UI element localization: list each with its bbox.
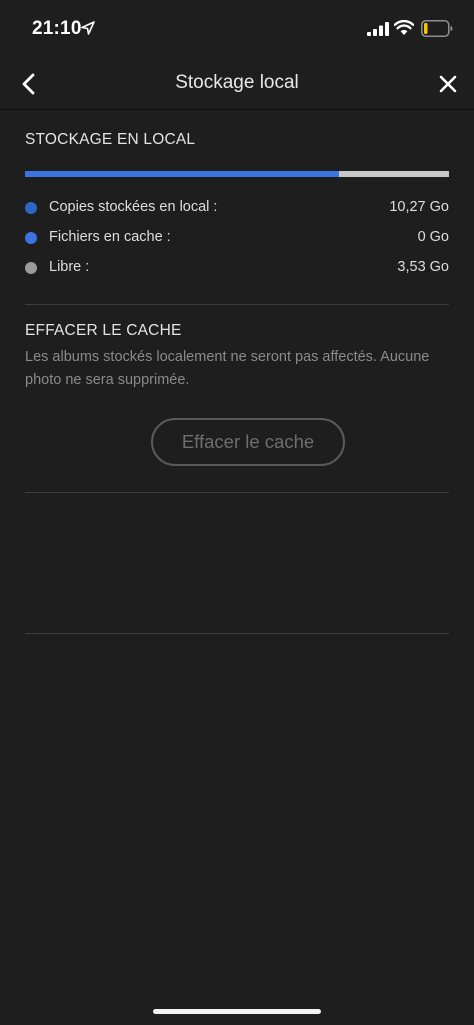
legend-row-free: Libre : 3,53 Go [25, 258, 449, 278]
local-storage-screen: 21:10 Stockage local STOCKAGE EN LOCAL C… [0, 0, 474, 1025]
clear-cache-description: Les albums stockés localement ne seront … [25, 349, 430, 388]
location-arrow-icon [81, 21, 95, 35]
page-title: Stockage local [175, 72, 299, 93]
legend-row-local-copies: Copies stockées en local : 10,27 Go [25, 198, 449, 218]
storage-usage-bar [25, 171, 449, 177]
legend-row-cache-files: Fichiers en cache : 0 Go [25, 228, 449, 248]
divider [25, 633, 449, 634]
legend-dot-free [25, 262, 37, 274]
battery-icon [421, 20, 453, 37]
legend-value-local-copies: 10,27 Go [389, 199, 449, 215]
storage-section-title: STOCKAGE EN LOCAL [25, 131, 196, 148]
divider [25, 492, 449, 493]
legend-dot-cache-files [25, 232, 37, 244]
clear-cache-button[interactable]: Effacer le cache [151, 418, 345, 466]
home-indicator [153, 1009, 321, 1014]
cellular-signal-icon [367, 22, 389, 36]
divider [25, 304, 449, 305]
storage-usage-bar-fill [25, 171, 339, 177]
legend-label-cache-files: Fichiers en cache : [49, 229, 171, 245]
legend-label-free: Libre : [49, 259, 90, 275]
close-button[interactable] [434, 70, 462, 98]
status-bar: 21:10 [0, 0, 474, 56]
legend-dot-local-copies [25, 202, 37, 214]
clear-cache-section-title: EFFACER LE CACHE [25, 322, 182, 339]
legend-value-cache-files: 0 Go [417, 229, 449, 245]
legend-label-local-copies: Copies stockées en local : [49, 199, 218, 215]
legend-value-free: 3,53 Go [397, 259, 449, 275]
wifi-icon [394, 20, 414, 35]
status-time: 21:10 [32, 18, 82, 39]
nav-bar: Stockage local [0, 56, 474, 110]
